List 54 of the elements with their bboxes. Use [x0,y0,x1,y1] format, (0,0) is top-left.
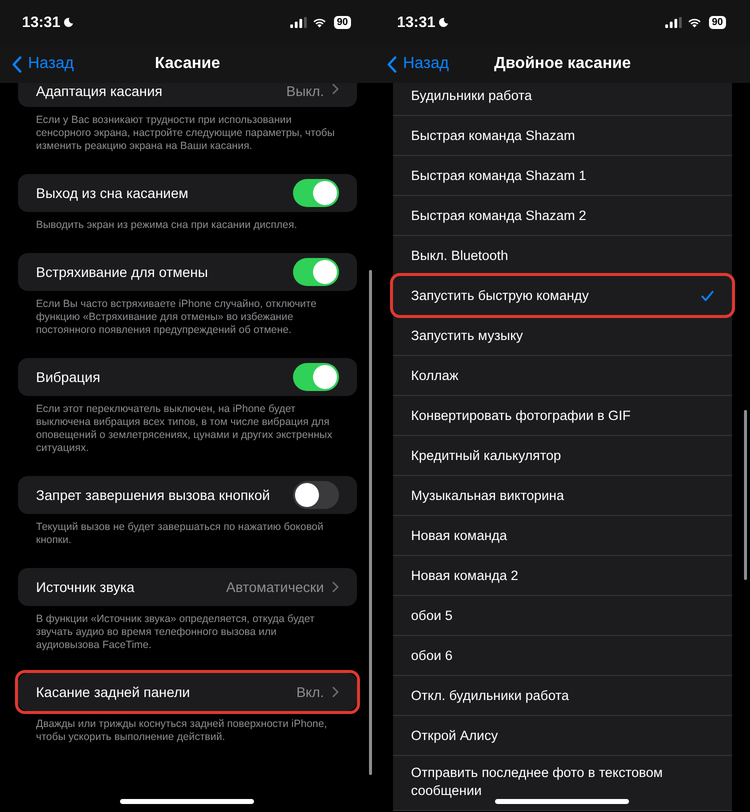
toggle-switch[interactable] [293,363,339,391]
chevron-icon [332,581,339,593]
toggle-switch[interactable] [293,481,339,509]
option-row[interactable]: обои 6 [393,636,732,676]
settings-row[interactable]: Выход из сна касанием [18,174,357,212]
option-row[interactable]: Открой Алису [393,716,732,756]
back-button[interactable]: Назад [375,55,449,73]
wifi-icon [312,17,327,28]
settings-row[interactable]: Вибрация [18,358,357,396]
back-chevron-icon [12,56,22,72]
row-description: Выводить экран из режима сна при касании дисплея. [35,219,298,232]
back-button[interactable]: Назад [0,55,74,73]
option-row[interactable]: Выкл. Bluetooth [393,236,732,276]
toggle-switch[interactable] [293,179,339,207]
option-row[interactable]: Быстрая команда Shazam 2 [393,196,732,236]
option-row[interactable]: Запустить музыку [393,316,732,356]
option-row[interactable]: Кредитный калькулятор [393,436,732,476]
option-row[interactable]: обои 5 [393,596,732,636]
moon-icon [63,17,74,28]
chevron-icon [332,83,339,95]
signal-icon [664,17,682,28]
battery-level: 90 [708,16,726,29]
nav-title: Двойное касание [494,55,631,73]
back-chevron-icon [387,56,397,72]
settings-row[interactable]: Встряхивание для отмены [18,253,357,291]
option-row[interactable]: Коллаж [393,356,732,396]
option-row[interactable]: Быстрая команда Shazam 1 [393,156,732,196]
nav-title: Касание [154,55,220,73]
settings-row[interactable]: Адаптация касания Выкл. [18,83,357,107]
toggle-switch[interactable] [293,258,339,286]
moon-icon [438,17,450,28]
option-row[interactable]: Музыкальная викторина [393,476,732,516]
row-description: Если этот переключатель выключен, на iPhone будет выключена вибрация всех типов, в том числе вибрация для оповещений о землетрясениях, цунами и других экстренных ситуациях. [35,403,334,455]
option-row[interactable]: Конвертировать фотографии в GIF [393,396,732,436]
option-row[interactable]: Быстрая команда Shazam [393,116,732,156]
row-description: Если Вы часто встряхиваете iPhone случайно, отключите функцию «Встряхивание для отмены» во избежание постоянного появления предупреждений об отмене. [35,298,318,337]
settings-row[interactable]: Запрет завершения вызова кнопкой [18,476,357,514]
settings-row[interactable]: Источник звука Автоматически [18,568,357,606]
battery-level: 90 [334,16,351,29]
row-description: Если у Вас возникают трудности при использовании сенсорного экрана, настройте следующие параметры, чтобы изменить реакцию экрана на Ваши касания. [35,114,336,153]
option-row[interactable]: Запустить быструю команду [393,276,732,316]
option-row[interactable]: Новая команда 2 [393,556,732,596]
status-time: 13:31 [22,14,60,31]
settings-row[interactable]: Касание задней панели Вкл. [18,673,357,711]
option-row[interactable]: Новая команда [393,516,732,556]
row-description: В функции «Источник звука» определяется, откуда будет звучать аудио во время телефонного вызова или аудиовызова FaceTime. [35,613,316,652]
signal-icon [290,17,307,28]
option-row[interactable]: Будильники работа [393,83,732,116]
option-row[interactable]: Откл. будильники работа [393,676,732,716]
row-description: Текущий вызов не будет завершаться по нажатию боковой кнопки. [35,521,324,547]
chevron-icon [332,686,339,698]
row-description: Дважды или трижды коснуться задней поверхности iPhone, чтобы ускорить выполнение действий. [35,718,328,744]
status-time: 13:31 [397,14,436,31]
wifi-icon [686,17,702,28]
